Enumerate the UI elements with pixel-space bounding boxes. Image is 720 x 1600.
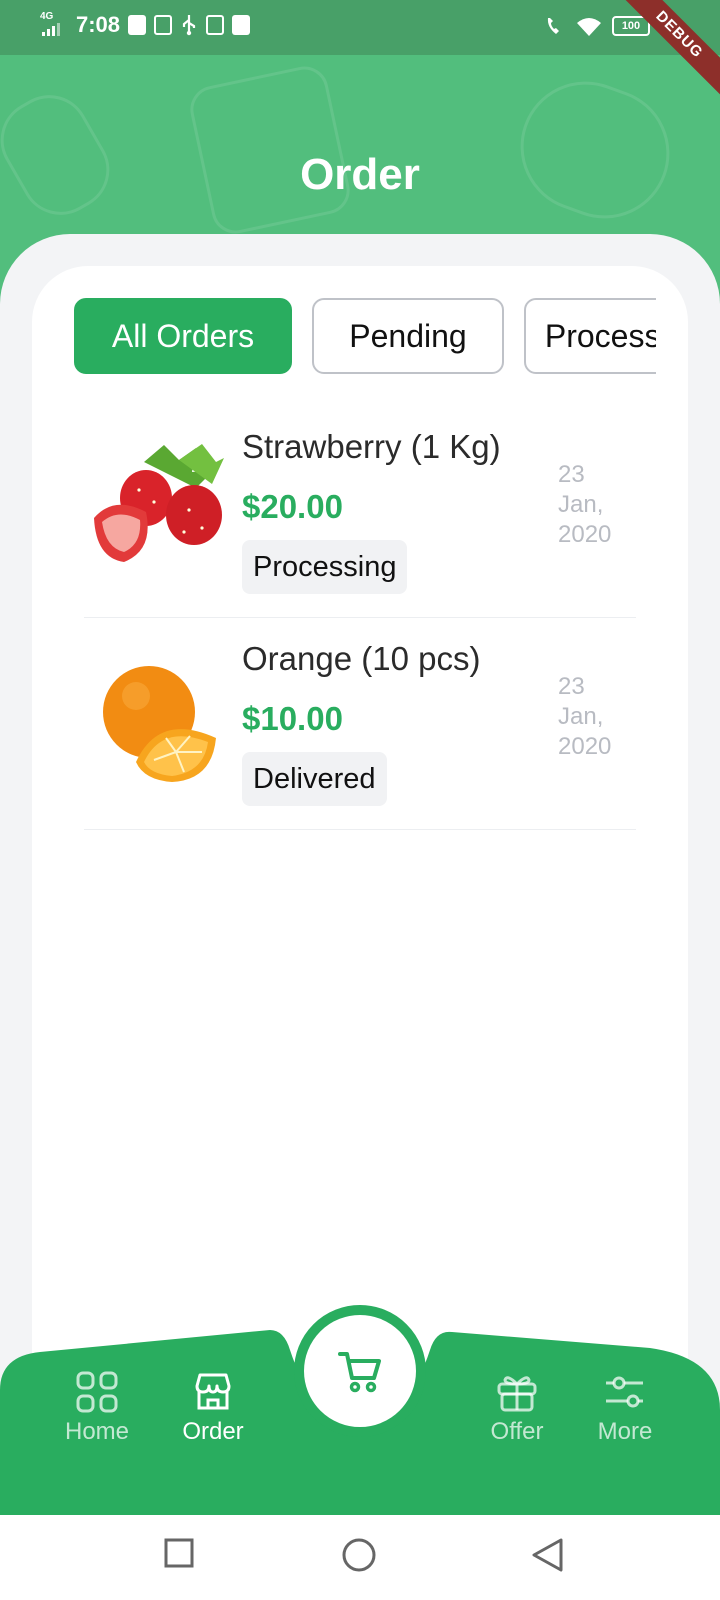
status-bar: 4G 7:08 100 (0, 0, 720, 55)
cellular-signal-icon: 4G (40, 12, 68, 38)
sliders-icon (606, 1376, 643, 1408)
strawberry-image (94, 444, 224, 562)
nav-item-more[interactable]: More (570, 1370, 680, 1446)
order-list-item[interactable]: Strawberry (1 Kg) $20.00 Processing 23 J… (84, 406, 636, 618)
network-type: 4G (40, 11, 54, 22)
status-time: 7:08 (76, 12, 121, 37)
wifi-icon (577, 18, 601, 36)
voice-notification-icon (232, 15, 251, 35)
grid-icon (76, 1371, 118, 1413)
order-item-price: $20.00 (242, 488, 343, 525)
nav-label: Home (64, 1418, 130, 1445)
nav-label: More (597, 1418, 653, 1445)
order-item-name: Strawberry (1 Kg) (242, 428, 501, 465)
gift-icon (497, 1376, 537, 1412)
home-button[interactable] (341, 1537, 377, 1573)
system-navigation-bar (0, 1515, 720, 1600)
checklist-notification-icon (128, 15, 147, 35)
usb-icon (182, 15, 196, 36)
order-list-item[interactable]: Orange (10 pcs) $10.00 Delivered 23 Jan,… (84, 618, 636, 830)
image-notification-icon (206, 15, 225, 35)
store-icon (195, 1373, 231, 1410)
order-filter-tabs[interactable]: All Orders Pending Processing (74, 298, 656, 374)
order-date: 23 Jan, 2020 (558, 673, 612, 760)
page-title: Order (300, 150, 420, 199)
sim-notification-icon (154, 15, 173, 35)
order-date: 23 Jan, 2020 (558, 461, 612, 548)
orange-image (103, 666, 216, 782)
order-status-badge: Delivered (242, 752, 387, 806)
nav-item-order[interactable]: Order (158, 1370, 268, 1446)
order-status-badge: Processing (242, 540, 408, 594)
order-item-price: $10.00 (242, 700, 343, 737)
nav-label: Offer (490, 1418, 544, 1445)
back-button[interactable] (530, 1537, 564, 1573)
cart-button[interactable] (294, 1305, 426, 1437)
tab-all-orders[interactable]: All Orders (74, 298, 292, 374)
tab-processing[interactable]: Processing (524, 298, 656, 374)
cart-icon (338, 1352, 381, 1393)
nav-item-home[interactable]: Home (42, 1370, 152, 1446)
tab-pending[interactable]: Pending (312, 298, 504, 374)
wifi-call-icon (547, 18, 559, 34)
order-item-name: Orange (10 pcs) (242, 640, 481, 677)
nav-item-offer[interactable]: Offer (462, 1370, 572, 1446)
nav-label: Order (182, 1418, 244, 1445)
header: Order (0, 55, 720, 255)
recents-button[interactable] (163, 1537, 195, 1569)
